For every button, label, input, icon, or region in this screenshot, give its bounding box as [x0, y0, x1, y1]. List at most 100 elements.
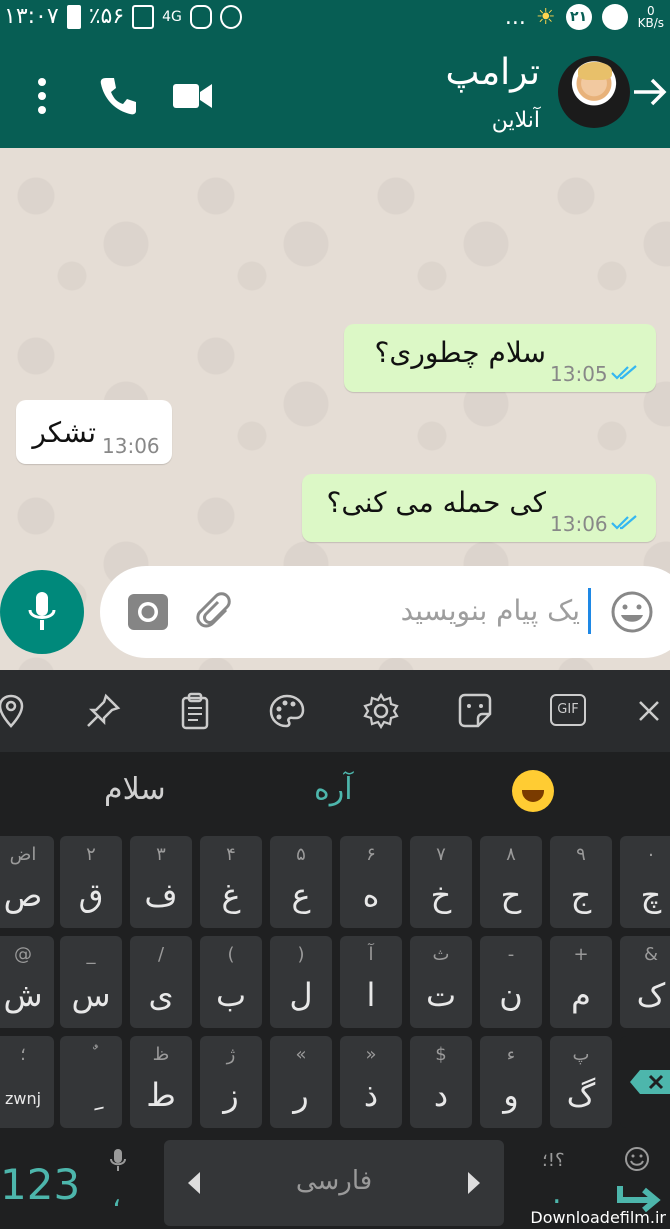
key-hint: ۵ — [296, 844, 306, 865]
message-text: تشکر — [32, 416, 96, 449]
key-hint: ۳ — [156, 844, 166, 865]
key[interactable]: آا — [340, 936, 402, 1028]
badge-icon: ۲۱ — [565, 4, 592, 30]
key[interactable]: $ د — [410, 1036, 472, 1128]
back-arrow-icon[interactable] — [630, 72, 670, 112]
emoji-icon[interactable] — [610, 590, 654, 634]
key[interactable]: ) ل — [270, 936, 332, 1028]
key[interactable]: ثت — [410, 936, 472, 1028]
key[interactable]: ژز — [200, 1036, 262, 1128]
suggestion-left[interactable]: سلام — [104, 772, 166, 807]
key-label: ع — [291, 876, 311, 914]
space-key[interactable]: فارسی — [164, 1140, 504, 1226]
key[interactable]: ظط — [130, 1036, 192, 1128]
key-hint: @ — [14, 944, 32, 965]
more-notifications-icon: ... — [504, 4, 526, 30]
backspace-key[interactable] — [620, 1036, 670, 1128]
key-hint: ۲ — [86, 844, 96, 865]
outgoing-message[interactable]: کی حمله می کنی؟ 13:06 — [302, 474, 656, 542]
key-hint: ژ — [226, 1044, 236, 1065]
clock: ۱۳:۰۷ — [4, 4, 59, 29]
key-label: ذ — [363, 1076, 379, 1114]
key-hint: ۹ — [576, 844, 586, 865]
key[interactable]: @ ش — [0, 936, 54, 1028]
settings-icon[interactable] — [362, 692, 400, 730]
contact-name[interactable]: ترامپ — [445, 52, 540, 93]
palette-icon[interactable] — [268, 692, 306, 730]
key[interactable]: ۰چ — [620, 836, 670, 928]
key[interactable]: » ذ — [340, 1036, 402, 1128]
key[interactable]: ۲ق — [60, 836, 122, 928]
key-label: ت — [425, 976, 457, 1014]
key[interactable]: ۸ح — [480, 836, 542, 928]
voice-record-button[interactable] — [0, 570, 84, 654]
key-label: ط — [146, 1076, 176, 1114]
numbers-key-label: 123 — [0, 1160, 81, 1209]
suggestion-middle[interactable]: آره — [314, 772, 353, 807]
message-composer[interactable]: یک پیام بنویسید — [100, 566, 670, 658]
comma-key[interactable]: ، — [100, 1136, 160, 1229]
key[interactable]: ۶ه — [340, 836, 402, 928]
sun-icon: ☀ — [535, 4, 556, 30]
chat-header: ترامپ آنلاین — [0, 38, 670, 148]
contact-avatar[interactable] — [558, 56, 630, 128]
status-bar: ۱۳:۰۷ ٪۵۶ 4G ... ☀ ۲۱ 0 KB/s — [0, 0, 670, 38]
voice-call-icon[interactable] — [96, 74, 140, 118]
key[interactable]: ۳ف — [130, 836, 192, 928]
key[interactable]: / ی — [130, 936, 192, 1028]
key-hint: آ — [368, 944, 374, 965]
text-cursor — [588, 588, 591, 634]
attachment-icon[interactable] — [196, 592, 236, 632]
punctuation-hint: ؟!؛ — [542, 1150, 565, 1171]
contact-status: آنلاین — [491, 108, 540, 133]
key[interactable]: ۴غ — [200, 836, 262, 928]
incoming-message[interactable]: تشکر 13:06 — [16, 400, 172, 464]
close-icon[interactable] — [630, 692, 668, 730]
clipboard-icon[interactable] — [176, 692, 214, 730]
key[interactable]: -ن — [480, 936, 542, 1028]
location-icon[interactable] — [0, 692, 30, 730]
message-text: سلام چطوری؟ — [374, 336, 546, 369]
backspace-icon — [630, 1070, 670, 1094]
key[interactable]: + م — [550, 936, 612, 1028]
key-hint: - — [507, 944, 515, 965]
laughing-emoji-icon[interactable] — [512, 770, 554, 812]
more-options-icon[interactable] — [20, 74, 64, 118]
key-hint: + — [573, 944, 589, 965]
message-time: 13:06 — [550, 512, 608, 536]
gif-label: GIF — [557, 702, 579, 717]
key-label: م — [571, 976, 591, 1014]
key[interactable]: ٌِ — [60, 1036, 122, 1128]
key-hint: ۶ — [366, 844, 376, 865]
key-hint: ۰ — [646, 844, 656, 865]
key-label: ف — [144, 876, 178, 914]
numbers-key[interactable]: 123 — [0, 1136, 100, 1229]
message-input[interactable]: یک پیام بنویسید — [401, 594, 580, 627]
key[interactable]: پگ — [550, 1036, 612, 1128]
keyboard: GIF سلام آره اض ص ۲ق ۳ف ۴غ ۵ع ۶ه ۷خ ۸ح ۹ج… — [0, 670, 670, 1229]
key-label: ص — [3, 876, 43, 914]
alarm-icon — [219, 4, 242, 29]
key[interactable]: (ب — [200, 936, 262, 1028]
outgoing-message[interactable]: سلام چطوری؟ 13:05 — [344, 324, 656, 392]
gif-button[interactable]: GIF — [550, 694, 586, 726]
pin-icon[interactable] — [84, 692, 122, 730]
key[interactable]: ۹ج — [550, 836, 612, 928]
key-label: خ — [430, 876, 452, 914]
key[interactable]: ۷خ — [410, 836, 472, 928]
key[interactable]: _ س — [60, 936, 122, 1028]
key[interactable]: & ک — [620, 936, 670, 1028]
camera-icon[interactable] — [126, 590, 170, 634]
key[interactable]: اض ص — [0, 836, 54, 928]
video-call-icon[interactable] — [170, 74, 214, 118]
key-label: چ — [640, 876, 662, 914]
key[interactable]: ءو — [480, 1036, 542, 1128]
key[interactable]: «ر — [270, 1036, 332, 1128]
whatsapp-notification-icon — [189, 4, 212, 29]
sticker-icon[interactable] — [456, 692, 494, 730]
zwnj-key[interactable]: ؛ zwnj — [0, 1036, 54, 1128]
key-hint: ٌ — [60, 1044, 122, 1065]
key-hint: ) — [297, 944, 305, 965]
key-label: ش — [3, 976, 43, 1014]
key[interactable]: ۵ع — [270, 836, 332, 928]
